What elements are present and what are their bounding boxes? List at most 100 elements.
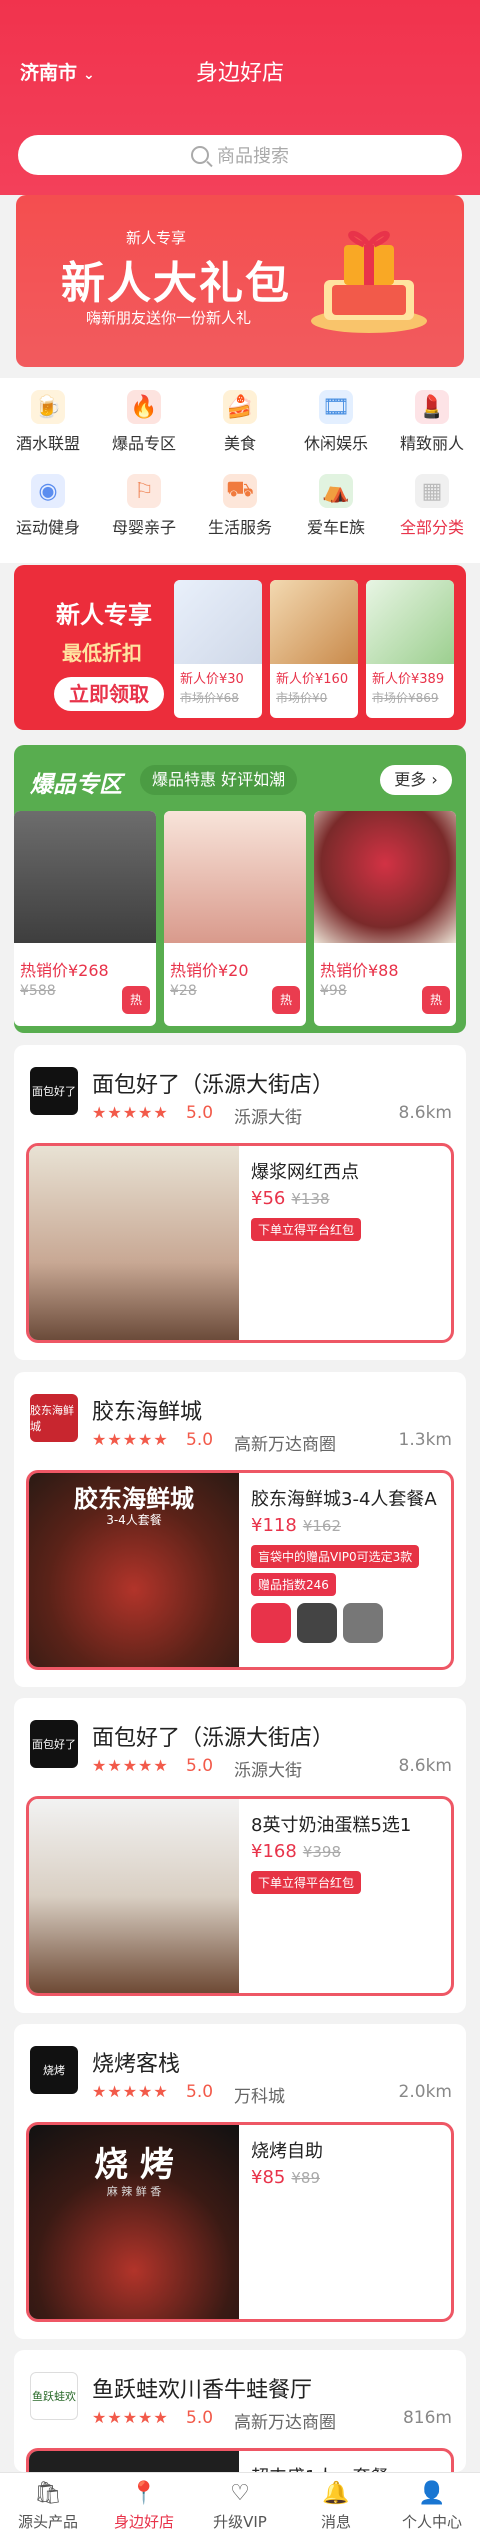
category-grid: 🍺 酒水联盟 🔥 爆品专区 🍰 美食 🎞 休闲娱乐 💄 精致丽人 ◉ 运动健身 …	[0, 378, 480, 563]
deal-badge: 盲袋中的赠品VIP0可选定3款	[251, 1545, 420, 1568]
category-item[interactable]: ⚐ 母婴亲子	[96, 474, 192, 538]
deal-name: 烧烤自助	[251, 2141, 323, 2162]
shop-area: 高新万达商圈	[234, 2413, 336, 2433]
deal-card[interactable]: 爆浆网红西点 ¥56 ¥138 下单立得平台红包	[26, 1143, 454, 1343]
rating-score: 5.0	[186, 1430, 214, 1450]
shop-distance: 8.6km	[398, 1756, 452, 1776]
promo-product-card[interactable]: 新人价¥389 市场价¥869	[366, 580, 454, 718]
category-item[interactable]: 🎞 休闲娱乐	[288, 390, 384, 454]
promo-price: 新人价¥389	[372, 672, 445, 687]
category-label: 运动健身	[15, 518, 80, 537]
category-label: 生活服务	[207, 518, 272, 537]
promo-product-card[interactable]: 新人价¥30 市场价¥68	[174, 580, 262, 718]
family-icon: ⚐	[127, 474, 161, 508]
category-item[interactable]: ⛟ 生活服务	[192, 474, 288, 538]
beer-icon: 🍺	[31, 390, 65, 424]
shop-card[interactable]: 胶东海鲜城 胶东海鲜城 ★★★★★ 5.0 高新万达商圈 1.3km 胶东海鲜城…	[14, 1372, 466, 1687]
car-icon: ⛺	[319, 474, 353, 508]
category-item[interactable]: 🍰 美食	[192, 390, 288, 454]
category-label: 精致丽人	[399, 434, 464, 453]
category-item[interactable]: 🔥 爆品专区	[96, 390, 192, 454]
page-title: 身边好店	[195, 61, 284, 86]
shop-card[interactable]: 面包好了 面包好了（泺源大街店） ★★★★★ 5.0 泺源大街 8.6km 8英…	[14, 1698, 466, 2013]
shop-name: 烧烤客栈	[92, 2052, 181, 2077]
deal-price: ¥56 ¥138	[251, 1188, 330, 1209]
promo-old-price: 市场价¥0	[276, 691, 328, 705]
shop-logo: 鱼跃蛙欢	[30, 2372, 78, 2420]
dumbbell-icon: ◉	[31, 474, 65, 508]
deal-image-subtitle: 3-4人套餐	[106, 1513, 162, 1527]
deal-card[interactable]: 超丰盛1人…套餐	[26, 2448, 454, 2472]
deal-image-title: 胶东海鲜城	[74, 1485, 194, 1513]
gift-thumb	[343, 1603, 383, 1643]
deal-card[interactable]: 胶东海鲜城 3-4人套餐 胶东海鲜城3-4人套餐A ¥118 ¥162 盲袋中的赠…	[26, 1470, 454, 1670]
deal-price: ¥168 ¥398	[251, 1841, 341, 1862]
hot-price: 热销价¥88	[320, 961, 399, 980]
shop-distance: 2.0km	[398, 2082, 452, 2102]
nav-profile[interactable]: 👤 个人中心	[384, 2479, 480, 2532]
category-item[interactable]: ⛺ 爱车E族	[288, 474, 384, 538]
promo-subtitle: 最低折扣	[62, 641, 142, 665]
claim-button[interactable]: 立即领取	[54, 677, 164, 711]
hot-title: 爆品专区	[30, 772, 122, 798]
shop-name: 面包好了（泺源大街店）	[92, 1073, 335, 1098]
shop-card[interactable]: 鱼跃蛙欢 鱼跃蛙欢川香牛蛙餐厅 ★★★★★ 5.0 高新万达商圈 816m 超丰…	[14, 2350, 466, 2472]
rating-stars: ★★★★★	[92, 1430, 169, 1449]
shop-card[interactable]: 烧烤 烧烤客栈 ★★★★★ 5.0 万科城 2.0km 烧 烤 麻 辣 鲜 香 …	[14, 2024, 466, 2339]
promo-product-card[interactable]: 新人价¥160 市场价¥0	[270, 580, 358, 718]
category-item-all[interactable]: ▦ 全部分类	[384, 474, 480, 538]
truck-icon: ⛟	[223, 474, 257, 508]
more-button[interactable]: 更多 ›	[380, 765, 452, 795]
deal-card[interactable]: 8英寸奶油蛋糕5选1 ¥168 ¥398 下单立得平台红包	[26, 1796, 454, 1996]
category-label: 爆品专区	[111, 434, 176, 453]
rating-stars: ★★★★★	[92, 1103, 169, 1122]
category-item[interactable]: 💄 精致丽人	[384, 390, 480, 454]
product-image	[314, 811, 456, 943]
gift-thumb	[251, 1603, 291, 1643]
product-image	[164, 811, 306, 943]
hot-product-card[interactable]: 热销价¥88 ¥98 热	[314, 811, 456, 1026]
deal-image-title: 烧 烤	[94, 2145, 174, 2185]
newcomer-banner[interactable]: 新人专享 新人大礼包 嗨新朋友送你一份新人礼	[16, 195, 464, 367]
rating-score: 5.0	[186, 2408, 214, 2428]
rating-score: 5.0	[186, 2082, 214, 2102]
shop-area: 泺源大街	[234, 1761, 302, 1781]
search-icon	[191, 146, 209, 164]
category-item[interactable]: ◉ 运动健身	[0, 474, 96, 538]
banner-title: 新人大礼包	[61, 258, 291, 309]
hot-product-card[interactable]: 热销价¥268 ¥588 热	[14, 811, 156, 1026]
deal-image	[29, 1799, 239, 1993]
product-image	[174, 580, 262, 664]
deal-price: ¥85 ¥89	[251, 2167, 320, 2188]
hot-subtitle: 爆品特惠 好评如潮	[140, 765, 298, 795]
hot-price: 热销价¥20	[170, 961, 249, 980]
nav-nearby-shops[interactable]: 📍 身边好店	[96, 2479, 192, 2532]
grid-icon: ▦	[415, 474, 449, 508]
nav-label: 升级VIP	[213, 2513, 267, 2531]
category-label: 母婴亲子	[111, 518, 176, 537]
search-input[interactable]: 商品搜索	[18, 135, 462, 175]
nav-upgrade-vip[interactable]: ♡ 升级VIP	[192, 2479, 288, 2532]
nav-label: 消息	[320, 2513, 351, 2531]
shop-distance: 1.3km	[398, 1430, 452, 1450]
deal-card[interactable]: 烧 烤 麻 辣 鲜 香 烧烤自助 ¥85 ¥89	[26, 2122, 454, 2322]
newcomer-promo: 新人专享 最低折扣 立即领取 新人价¥30 市场价¥68 新人价¥160 市场价…	[14, 565, 466, 730]
promo-old-price: 市场价¥68	[180, 691, 239, 705]
cake-icon: 🍰	[223, 390, 257, 424]
rating-score: 5.0	[186, 1103, 214, 1123]
product-image	[270, 580, 358, 664]
location-pin-icon: 📍	[130, 2480, 158, 2506]
banner-tag: 新人专享	[126, 229, 187, 247]
nav-messages[interactable]: 🔔 消息	[288, 2479, 384, 2532]
category-item[interactable]: 🍺 酒水联盟	[0, 390, 96, 454]
nav-source-products[interactable]: 🛍 源头产品	[0, 2479, 96, 2532]
banner-subtitle: 嗨新朋友送你一份新人礼	[86, 309, 252, 327]
promo-price: 新人价¥30	[180, 672, 244, 687]
shop-logo: 面包好了	[30, 1720, 78, 1768]
category-label: 美食	[223, 434, 256, 453]
hot-product-card[interactable]: 热销价¥20 ¥28 热	[164, 811, 306, 1026]
hot-products-section: 爆品专区 爆品特惠 好评如潮 更多 › 热销价¥268 ¥588 热 热销价¥2…	[14, 745, 466, 1033]
shop-card[interactable]: 面包好了 面包好了（泺源大街店） ★★★★★ 5.0 泺源大街 8.6km 爆浆…	[14, 1045, 466, 1360]
shop-distance: 8.6km	[398, 1103, 452, 1123]
shop-logo: 面包好了	[30, 1067, 78, 1115]
